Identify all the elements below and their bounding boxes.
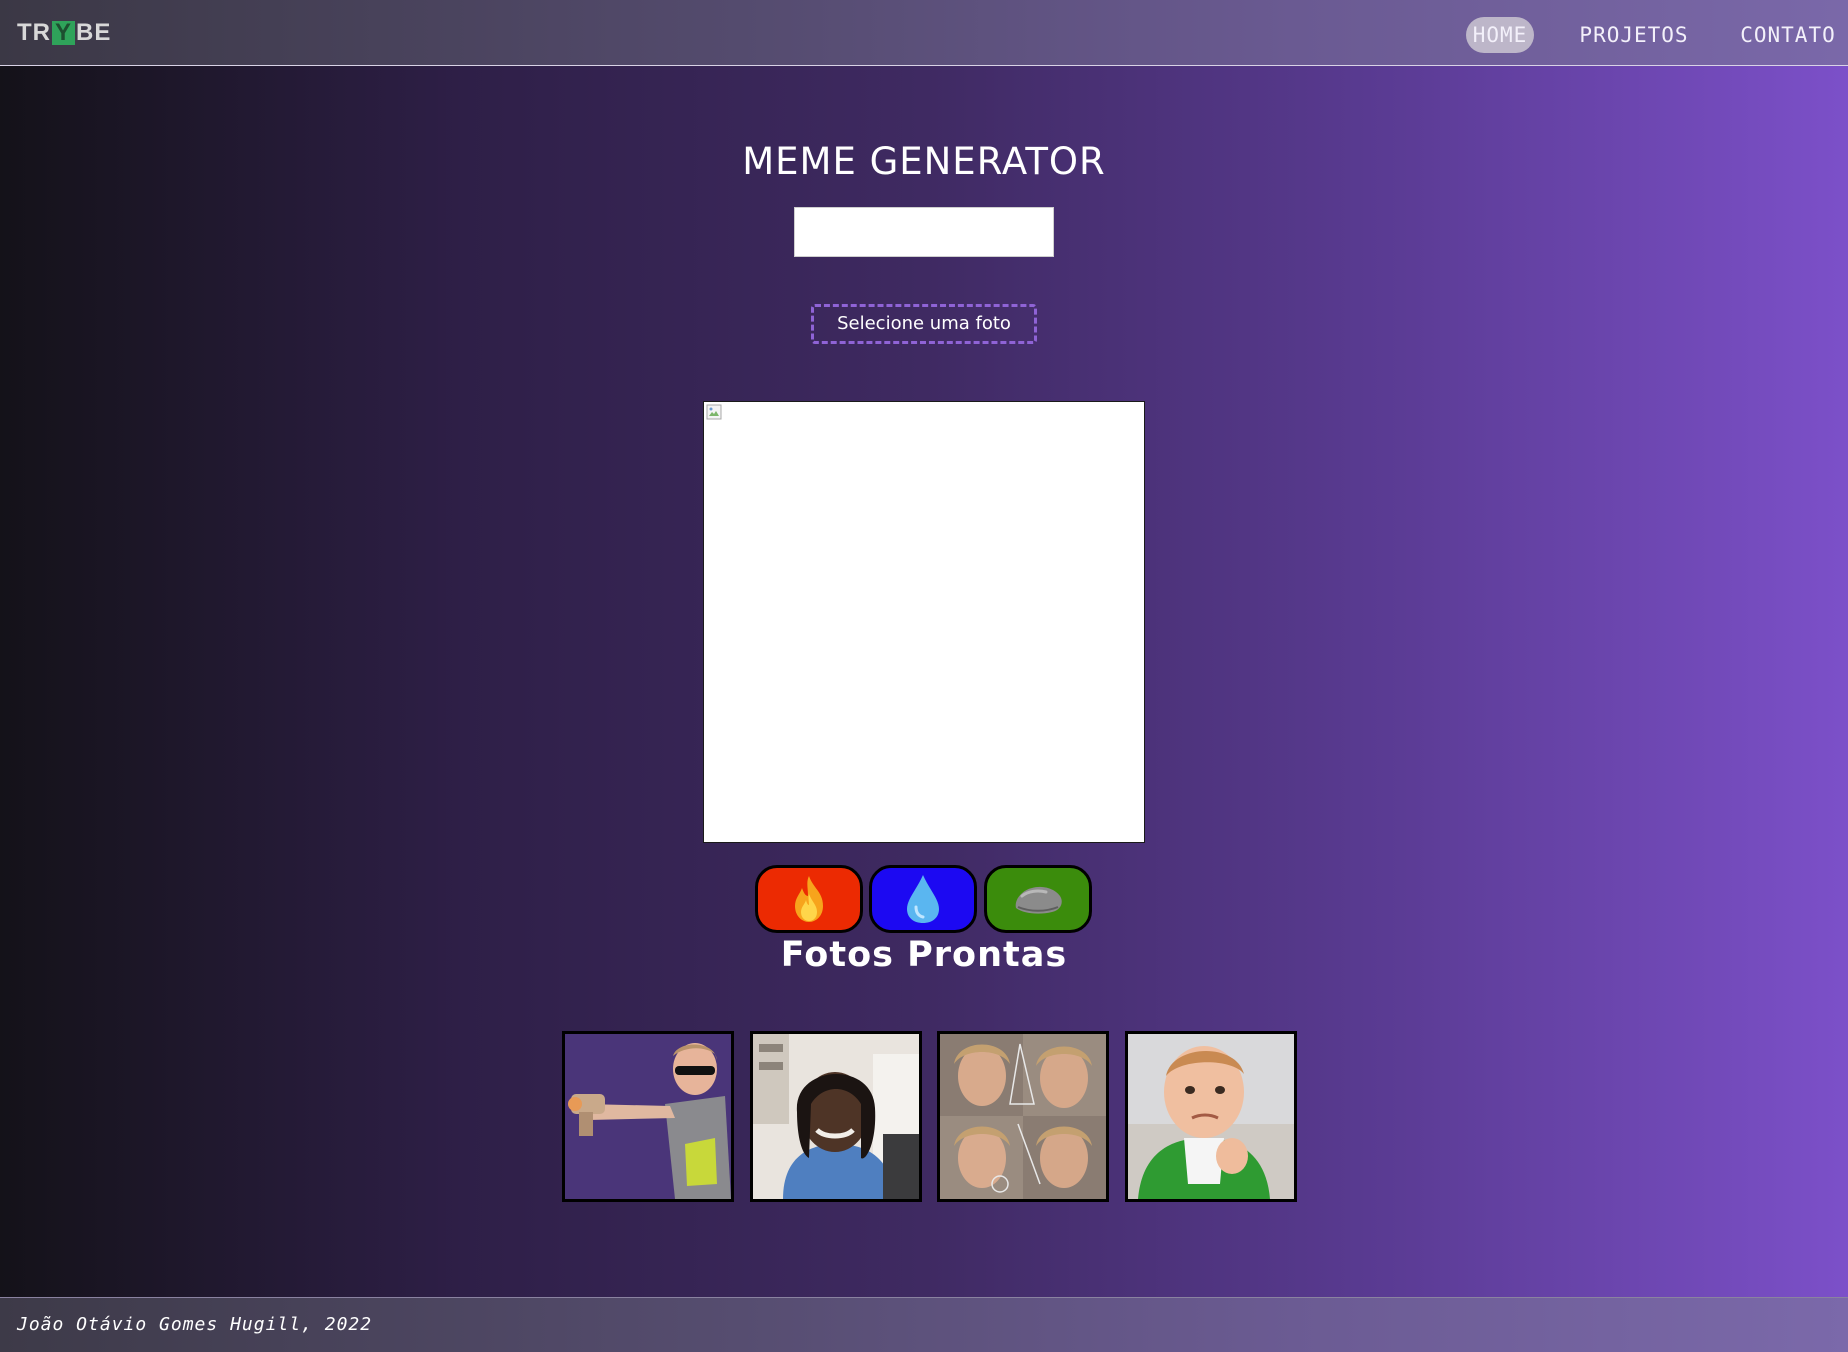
gallery-photo-1[interactable]	[562, 1031, 734, 1202]
meme-text-input[interactable]	[794, 207, 1054, 257]
meme-image-container	[703, 401, 1145, 843]
gallery-photo-2[interactable]	[750, 1031, 922, 1202]
broken-image-icon	[706, 404, 722, 420]
fire-icon	[795, 876, 823, 922]
water-drop-icon	[907, 875, 939, 923]
meme-success-kid-photo	[1128, 1034, 1294, 1199]
top-navbar: TR Y BE HOME PROJETOS CONTATO	[0, 0, 1848, 66]
page-title: MEME GENERATOR	[742, 140, 1106, 183]
trybe-logo[interactable]: TR Y BE	[17, 19, 111, 46]
gallery-photo-4[interactable]	[1125, 1031, 1297, 1202]
page-footer: João Otávio Gomes Hugill, 2022	[0, 1297, 1848, 1352]
meme-kid-sunglasses-gun-photo	[565, 1034, 731, 1199]
logo-text-left: TR	[17, 18, 51, 46]
earth-theme-button[interactable]	[984, 865, 1092, 933]
gallery-title: Fotos Prontas	[780, 935, 1068, 975]
gallery-photo-3[interactable]	[937, 1031, 1109, 1202]
logo-text-y: Y	[52, 20, 76, 45]
rock-icon	[1015, 886, 1062, 914]
nav-home-link[interactable]: HOME	[1466, 17, 1534, 53]
meme-math-lady-photo	[940, 1034, 1106, 1199]
water-theme-button[interactable]	[869, 865, 977, 933]
nav-projetos-link[interactable]: PROJETOS	[1572, 17, 1696, 53]
logo-text-right: BE	[76, 18, 112, 46]
select-photo-button[interactable]: Selecione uma foto	[811, 304, 1037, 344]
nav-contato-link[interactable]: CONTATO	[1736, 17, 1840, 53]
meme-woman-smiling-photo	[753, 1034, 919, 1199]
fire-theme-button[interactable]	[755, 865, 863, 933]
footer-credit: João Otávio Gomes Hugill, 2022	[17, 1314, 373, 1335]
